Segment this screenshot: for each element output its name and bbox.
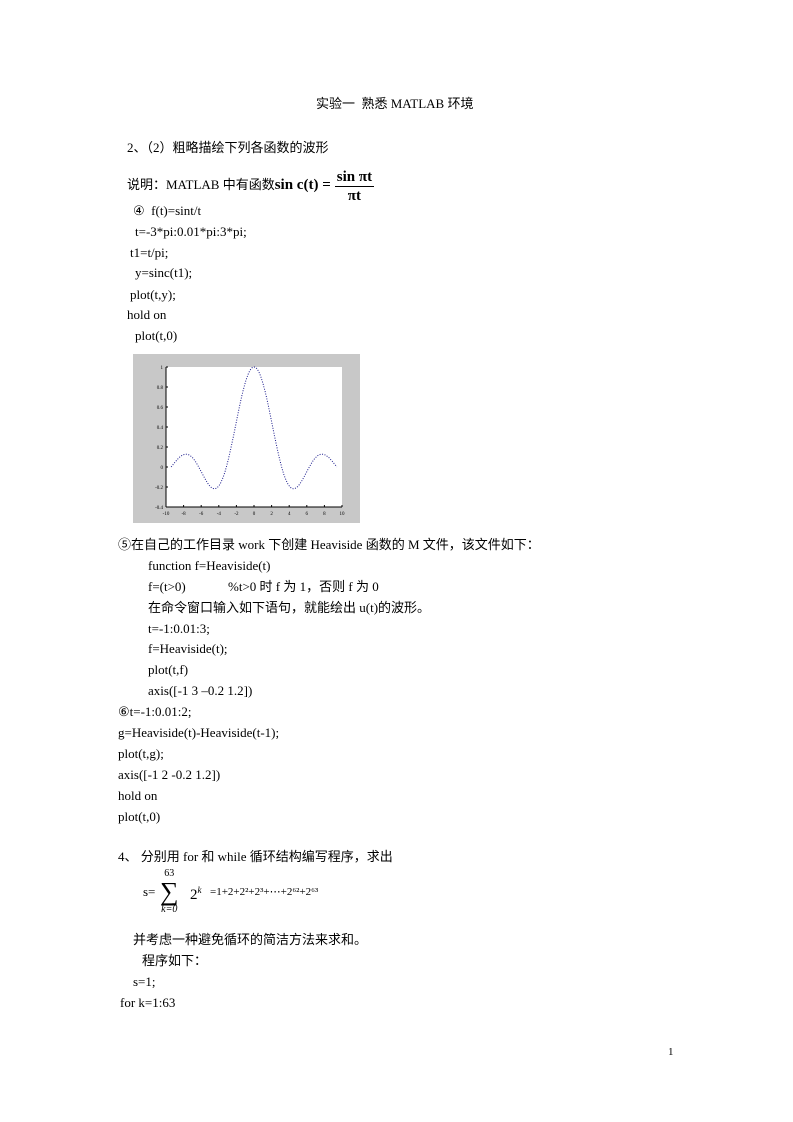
- code-line: function f=Heaviside(t): [148, 558, 271, 573]
- x-tick-label: -10: [163, 512, 170, 517]
- code-line: f=Heaviside(t);: [148, 641, 228, 656]
- x-tick-label: -4: [217, 512, 222, 517]
- text-line: 程序如下：: [142, 953, 208, 968]
- code-line: for k=1:63: [120, 995, 176, 1010]
- x-tick-label: 8: [323, 512, 326, 517]
- y-tick-label: 0.2: [157, 446, 164, 451]
- code-line: y=sinc(t1);: [135, 265, 193, 280]
- fraction: sin πt πt: [334, 168, 375, 205]
- sum-lower: k=0: [161, 904, 178, 915]
- code-line: t=-1:0.01:3;: [148, 621, 210, 636]
- code-line: plot(t,g);: [118, 746, 164, 761]
- document-page: 实验一 熟悉 MATLAB 环境 2、（2）粗略描绘下列各函数的波形 说明：MA…: [0, 0, 793, 1122]
- code-line: s=1;: [133, 974, 156, 989]
- sinc-plot-figure: -10 -8 -6 -4 -2 0 2 4 6 8 10 -0.4 -0.2 0 0.2 0.4 0.6 0.8 1: [133, 354, 360, 523]
- x-tick-label: -2: [234, 512, 239, 517]
- sum-expansion: =1+2+2²+2³+⋯+2⁶²+2⁶³: [210, 886, 319, 898]
- code-line: plot(t,0): [135, 328, 178, 343]
- y-tick-label: -0.2: [155, 486, 163, 491]
- y-tick-label: -0.4: [155, 506, 163, 511]
- sigma-icon: ∑: [160, 877, 179, 906]
- fraction-numerator: sin πt: [334, 168, 375, 187]
- sum-term: 2k: [190, 882, 202, 903]
- page-title: 实验一 熟悉 MATLAB 环境: [316, 96, 474, 111]
- code-line: t1=t/pi;: [130, 245, 169, 260]
- formula-lhs: s=: [143, 884, 156, 899]
- note-line: 说明：MATLAB 中有函数sin c(t) = sin πt πt: [127, 165, 375, 205]
- x-tick-label: -8: [182, 512, 187, 517]
- code-line: hold on: [127, 307, 167, 322]
- x-tick-label: 6: [306, 512, 309, 517]
- summation: 63 ∑ k=0: [160, 869, 179, 915]
- y-tick-label: 0.4: [157, 426, 164, 431]
- x-tick-label: 0: [253, 512, 256, 517]
- code-line: g=Heaviside(t)-Heaviside(t-1);: [118, 725, 280, 740]
- x-tick-label: 4: [288, 512, 291, 517]
- note-text: 说明：MATLAB 中有函数: [127, 177, 275, 192]
- text-line: 并考虑一种避免循环的简洁方法来求和。: [133, 932, 368, 947]
- x-tick-label: -6: [199, 512, 204, 517]
- section-heading: 2、（2）粗略描绘下列各函数的波形: [127, 140, 329, 155]
- y-tick-label: 0.6: [157, 406, 164, 411]
- item4-heading: ④ f(t)=sint/t: [133, 203, 202, 218]
- page-number: 1: [668, 1046, 674, 1058]
- term-base: 2: [190, 887, 198, 903]
- item6-heading: ⑥t=-1:0.01:2;: [118, 704, 192, 719]
- plot-area: [166, 367, 342, 507]
- y-tick-label: 0.8: [157, 386, 164, 391]
- x-tick-label: 2: [270, 512, 273, 517]
- code-line: plot(t,y);: [130, 287, 176, 302]
- y-tick-label: 0: [161, 466, 164, 471]
- term-exp: k: [197, 885, 202, 895]
- code-line: f=(t>0) %t>0 时 f 为 1，否则 f 为 0: [148, 579, 379, 594]
- code-line: axis([-1 2 -0.2 1.2]): [118, 767, 221, 782]
- x-tick-label: 10: [340, 512, 346, 517]
- code-line: plot(t,f): [148, 662, 189, 677]
- sinc-plot: -10 -8 -6 -4 -2 0 2 4 6 8 10 -0.4 -0.2 0 0.2 0.4 0.6 0.8 1: [155, 366, 346, 517]
- code-line: 在命令窗口输入如下语句，就能绘出 u(t)的波形。: [148, 600, 431, 615]
- y-tick-label: 1: [161, 366, 164, 371]
- fraction-denominator: πt: [347, 187, 362, 204]
- section-heading: 4、 分别用 for 和 while 循环结构编写程序，求出: [118, 849, 393, 864]
- formula-lhs: sin c(t) =: [274, 177, 331, 193]
- code-line: t=-3*pi:0.01*pi:3*pi;: [135, 224, 247, 239]
- code-line: plot(t,0): [118, 809, 161, 824]
- code-line: hold on: [118, 788, 158, 803]
- code-line: axis([-1 3 –0.2 1.2]): [148, 683, 253, 698]
- item5-heading: ⑤在自己的工作目录 work 下创建 Heaviside 函数的 M 文件，该文…: [118, 537, 540, 552]
